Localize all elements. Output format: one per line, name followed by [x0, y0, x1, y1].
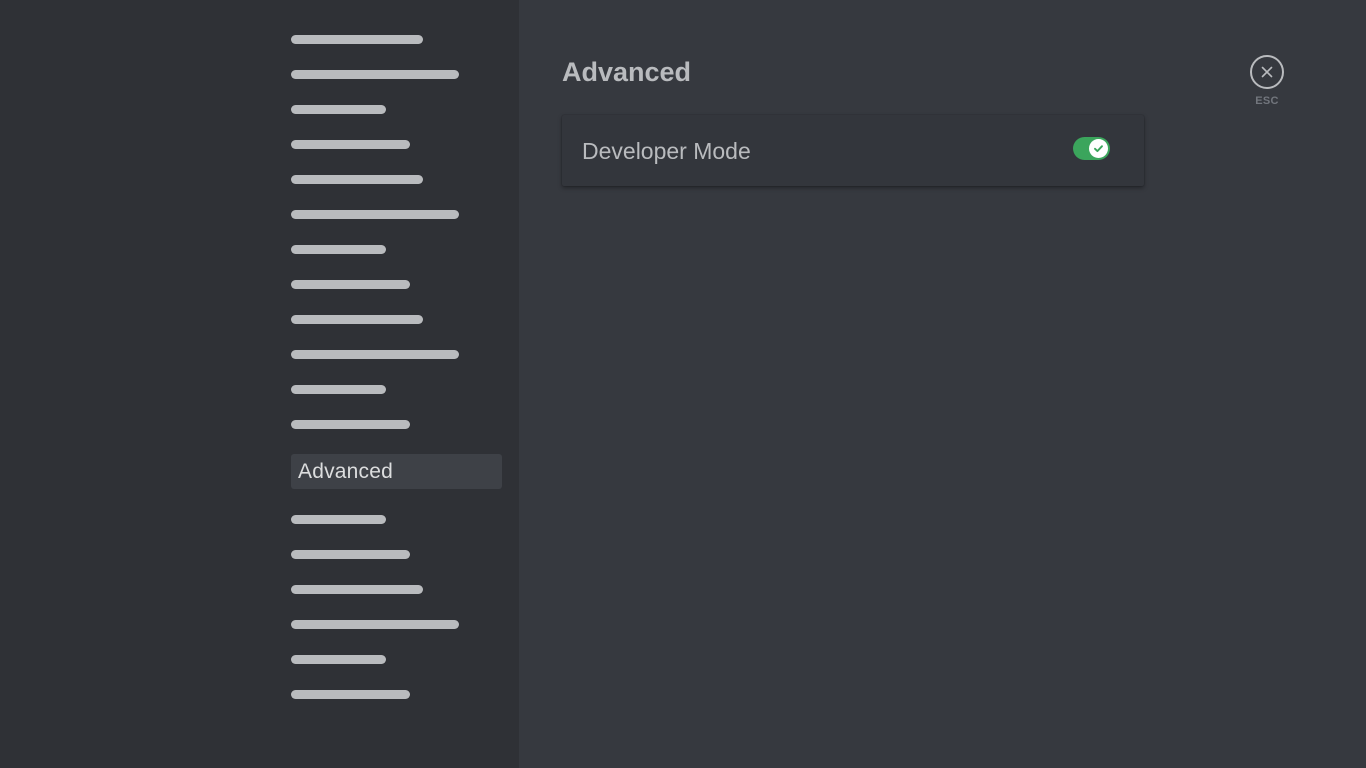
- settings-window: Advanced Advanced Developer Mode ESC: [0, 0, 1366, 768]
- sidebar-item-advanced[interactable]: Advanced: [291, 454, 502, 489]
- sidebar-item-placeholder[interactable]: [291, 350, 459, 359]
- sidebar-item-placeholder[interactable]: [291, 620, 459, 629]
- sidebar-item-placeholder[interactable]: [291, 35, 423, 44]
- developer-mode-setting: Developer Mode: [562, 115, 1144, 186]
- sidebar-item-placeholder[interactable]: [291, 515, 386, 524]
- sidebar-item-label: Advanced: [298, 460, 394, 483]
- sidebar-item-placeholder[interactable]: [291, 585, 423, 594]
- sidebar-item-placeholder[interactable]: [291, 655, 386, 664]
- sidebar-item-placeholder[interactable]: [291, 245, 386, 254]
- sidebar-item-placeholder[interactable]: [291, 550, 410, 559]
- sidebar-item-placeholder[interactable]: [291, 420, 410, 429]
- sidebar-item-placeholder[interactable]: [291, 280, 410, 289]
- sidebar-item-placeholder[interactable]: [291, 210, 459, 219]
- sidebar-item-placeholder[interactable]: [291, 385, 386, 394]
- sidebar-item-placeholder[interactable]: [291, 70, 459, 79]
- toggle-knob: [1089, 139, 1108, 158]
- check-icon: [1094, 145, 1103, 153]
- sidebar-item-placeholder[interactable]: [291, 690, 410, 699]
- esc-hint: ESC: [1255, 95, 1279, 107]
- sidebar-item-placeholder[interactable]: [291, 140, 410, 149]
- close-control: ESC: [1250, 55, 1284, 107]
- close-button[interactable]: [1250, 55, 1284, 89]
- page-title: Advanced: [562, 57, 692, 87]
- developer-mode-toggle[interactable]: [1073, 137, 1110, 160]
- sidebar-item-placeholder[interactable]: [291, 105, 386, 114]
- sidebar-item-placeholder[interactable]: [291, 175, 423, 184]
- close-icon: [1261, 66, 1273, 78]
- sidebar-item-placeholder[interactable]: [291, 315, 423, 324]
- developer-mode-label: Developer Mode: [582, 138, 751, 164]
- settings-sidebar: Advanced: [0, 0, 519, 768]
